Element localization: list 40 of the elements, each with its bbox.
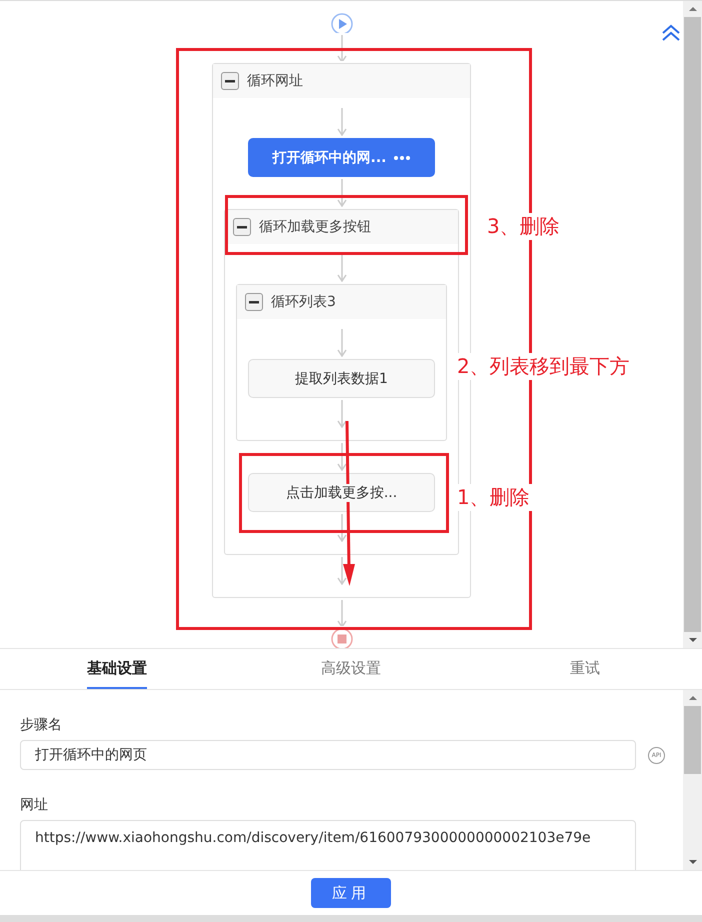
collapse-icon: [249, 300, 259, 304]
step-node[interactable]: 点击加载更多按...: [248, 473, 435, 512]
collapse-toggle[interactable]: [245, 293, 263, 311]
annotation-note: 1、删除: [455, 484, 532, 511]
field-label: 步骤名: [20, 716, 63, 734]
collapse-toggle[interactable]: [233, 218, 251, 236]
step-node[interactable]: 打开循环中的网...: [248, 138, 435, 177]
loop-label: 循环网址: [247, 72, 303, 90]
loop-label: 循环加载更多按钮: [259, 218, 371, 236]
scrollbar[interactable]: [683, 690, 702, 870]
more-icon[interactable]: [394, 156, 410, 160]
connector-arrow: [336, 329, 346, 357]
step-label: 提取列表数据1: [295, 370, 388, 388]
scrollbar[interactable]: [683, 1, 702, 648]
start-icon: [330, 13, 352, 34]
connector-arrow: [336, 514, 346, 542]
collapse-icon: [237, 226, 247, 228]
connector-arrow: [336, 557, 346, 585]
connector-arrow: [336, 254, 346, 282]
annotation-note: 2、列表移到最下方: [455, 353, 632, 380]
apply-button[interactable]: 应用: [311, 878, 391, 908]
step-node[interactable]: 提取列表数据1: [248, 359, 435, 398]
settings-tab[interactable]: 重试: [570, 649, 600, 689]
settings-tab[interactable]: 基础设置: [87, 649, 147, 689]
connector-arrow: [336, 400, 346, 428]
stop-icon: [330, 628, 352, 648]
input-field[interactable]: 打开循环中的网页: [20, 740, 636, 770]
collapse-icon: [225, 80, 235, 82]
connector-arrow: [336, 179, 346, 207]
step-label: 打开循环中的网...: [272, 148, 386, 166]
connector-arrow: [336, 443, 346, 471]
step-label: 点击加载更多按...: [286, 484, 398, 502]
connector-arrow: [336, 108, 346, 136]
collapse-up-icon[interactable]: [661, 24, 681, 42]
collapse-toggle[interactable]: [221, 72, 239, 90]
connector-arrow: [336, 600, 346, 626]
field-label: 网址: [20, 796, 49, 814]
settings-tab[interactable]: 高级设置: [321, 649, 381, 689]
loop-label: 循环列表3: [271, 293, 336, 311]
connector-arrow: [336, 35, 346, 61]
